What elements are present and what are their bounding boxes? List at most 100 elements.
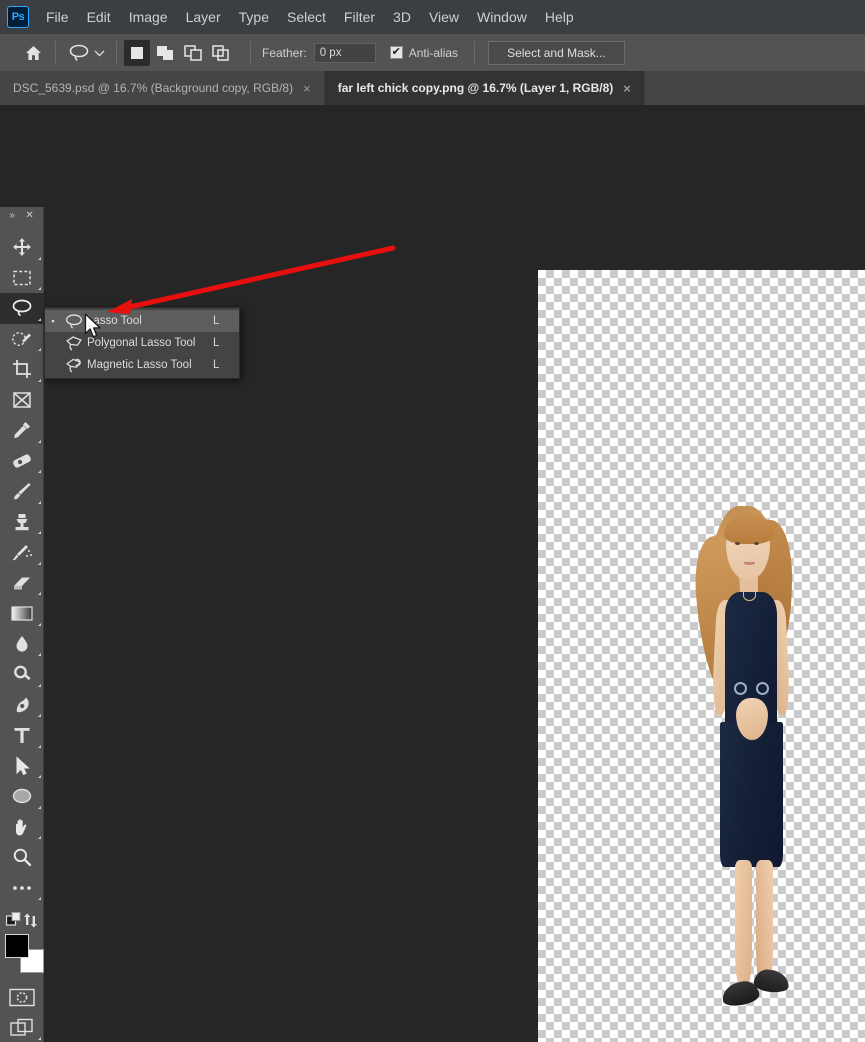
menu-item-type[interactable]: Type — [230, 5, 278, 29]
flyout-item-lasso-tool[interactable]: ▪ Lasso Tool L — [45, 310, 239, 332]
dress-skirt — [720, 722, 783, 867]
menu-item-image[interactable]: Image — [120, 5, 177, 29]
tool-preset-picker[interactable] — [63, 42, 109, 64]
screen-mode-toggle[interactable] — [0, 1013, 44, 1042]
tool-brush[interactable] — [0, 476, 44, 507]
dress-buckle-left — [734, 682, 747, 695]
menu-item-help[interactable]: Help — [536, 5, 583, 29]
tool-flyout-indicator — [38, 348, 41, 351]
healing-brush-icon — [13, 454, 31, 468]
dodge-icon — [14, 665, 31, 681]
tool-frame[interactable] — [0, 385, 44, 416]
tool-path-selection[interactable] — [0, 751, 44, 782]
tool-flyout-indicator — [38, 470, 41, 473]
tool-flyout-indicator — [38, 592, 41, 595]
flyout-item-shortcut: L — [213, 337, 220, 349]
photoshop-logo-icon: Ps — [7, 6, 29, 28]
quick-mask-toggle[interactable] — [0, 982, 44, 1013]
tool-clone-stamp[interactable] — [0, 507, 44, 538]
canvas-area[interactable] — [0, 105, 865, 1042]
eye-right — [754, 542, 759, 545]
lasso-icon — [69, 44, 89, 61]
tool-rectangular-marquee[interactable] — [0, 263, 44, 294]
add-to-selection-button[interactable] — [152, 40, 178, 66]
tool-edit-toolbar[interactable] — [0, 873, 44, 904]
tool-crop[interactable] — [0, 354, 44, 385]
move-icon — [13, 238, 31, 257]
flyout-item-magnetic-lasso-tool[interactable]: Magnetic Lasso Tool L — [45, 354, 239, 376]
color-swatches — [0, 930, 44, 982]
tool-gradient[interactable] — [0, 598, 44, 629]
marquee-icon — [13, 270, 31, 285]
tool-move[interactable] — [0, 232, 44, 263]
document-tab-dsc5639[interactable]: DSC_5639.psd @ 16.7% (Background copy, R… — [0, 71, 325, 105]
menu-item-file[interactable]: File — [37, 5, 78, 29]
options-divider-4 — [474, 41, 476, 64]
close-icon[interactable]: × — [623, 81, 631, 96]
menu-item-3d[interactable]: 3D — [384, 5, 420, 29]
menu-item-filter[interactable]: Filter — [335, 5, 384, 29]
tool-flyout-indicator — [38, 683, 41, 687]
default-colors-icon[interactable] — [5, 912, 22, 928]
tool-hand[interactable] — [0, 812, 44, 843]
tool-blur[interactable] — [0, 629, 44, 660]
tool-flyout-indicator — [38, 897, 41, 900]
home-button[interactable] — [18, 45, 48, 61]
new-selection-button[interactable] — [124, 39, 150, 66]
hand-icon — [15, 819, 26, 836]
tools-panel: » ✕ — [0, 207, 44, 1042]
options-bar: Feather: ✔ Anti-alias Select and Mask... — [0, 34, 865, 71]
swap-colors-icon[interactable] — [23, 913, 38, 928]
flyout-item-shortcut: L — [213, 315, 220, 327]
feather-input[interactable] — [313, 42, 376, 63]
tool-pen[interactable] — [0, 690, 44, 721]
foreground-color-swatch[interactable] — [5, 934, 29, 958]
options-divider-1 — [55, 41, 56, 64]
options-divider-3 — [250, 41, 251, 64]
anti-alias-checkbox[interactable]: ✔ — [389, 46, 403, 59]
quick-mask-icon — [9, 988, 35, 1006]
document-tab-label: far left chick copy.png @ 16.7% (Layer 1… — [337, 81, 614, 95]
menu-item-window[interactable]: Window — [468, 5, 536, 29]
tool-flyout-indicator — [38, 256, 41, 260]
collapse-panel-icon[interactable]: » — [9, 211, 15, 221]
menu-item-select[interactable]: Select — [278, 5, 335, 29]
anti-alias-toggle[interactable]: ✔ Anti-alias — [389, 46, 458, 60]
document-tab-far-left-chick[interactable]: far left chick copy.png @ 16.7% (Layer 1… — [324, 71, 645, 105]
lasso-tool-flyout-menu: ▪ Lasso Tool L Polygonal Lasso Tool L Ma… — [44, 307, 240, 379]
close-icon[interactable]: × — [303, 81, 311, 96]
new-selection-icon — [131, 46, 143, 59]
menu-bar: Ps File Edit Image Layer Type Select Fil… — [0, 0, 865, 34]
crop-icon — [13, 360, 31, 379]
select-and-mask-button[interactable]: Select and Mask... — [488, 40, 625, 65]
tool-lasso[interactable] — [0, 293, 44, 324]
ellipse-shape-icon — [12, 789, 32, 804]
tool-flyout-indicator — [38, 500, 41, 504]
lasso-icon — [12, 299, 32, 317]
clone-stamp-icon — [15, 513, 29, 530]
flyout-item-shortcut: L — [213, 359, 220, 371]
document-tab-bar: DSC_5639.psd @ 16.7% (Background copy, R… — [0, 71, 865, 105]
tool-dodge[interactable] — [0, 659, 44, 690]
subtract-from-selection-button[interactable] — [180, 40, 206, 66]
tool-quick-selection[interactable] — [0, 324, 44, 355]
menu-item-view[interactable]: View — [420, 5, 468, 29]
menu-item-edit[interactable]: Edit — [78, 5, 120, 29]
tool-spot-healing-brush[interactable] — [0, 446, 44, 477]
tool-ellipse-shape[interactable] — [0, 781, 44, 812]
options-divider-2 — [116, 41, 117, 64]
tool-history-brush[interactable] — [0, 537, 44, 568]
tool-eraser[interactable] — [0, 568, 44, 599]
flyout-item-polygonal-lasso-tool[interactable]: Polygonal Lasso Tool L — [45, 332, 239, 354]
close-panel-icon[interactable]: ✕ — [25, 211, 33, 221]
tool-eyedropper[interactable] — [0, 415, 44, 446]
mouse-cursor-icon — [84, 313, 101, 338]
tool-horizontal-type[interactable] — [0, 720, 44, 751]
add-to-selection-icon — [157, 45, 173, 60]
flyout-item-label: Magnetic Lasso Tool — [87, 359, 192, 371]
intersect-selection-button[interactable] — [208, 40, 234, 66]
zoom-icon — [13, 848, 32, 867]
menu-item-layer[interactable]: Layer — [177, 5, 230, 29]
tool-zoom[interactable] — [0, 842, 44, 873]
tools-panel-grip[interactable] — [0, 225, 43, 232]
